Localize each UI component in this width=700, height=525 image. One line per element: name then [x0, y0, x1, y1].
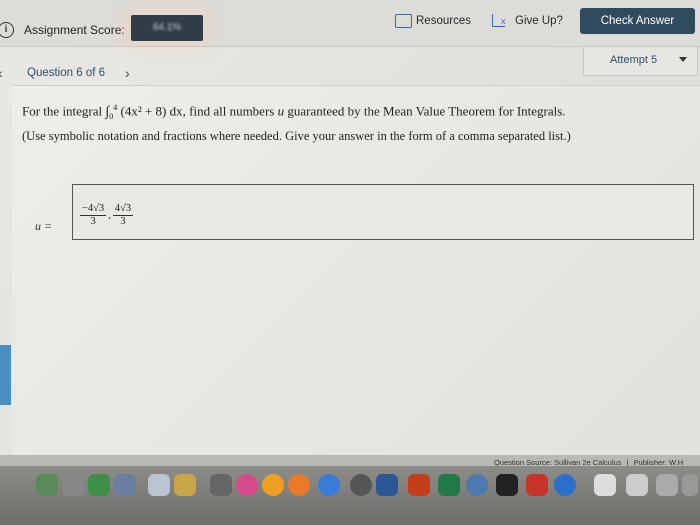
fraction-1-numerator: −4√3: [80, 203, 107, 216]
folder-icon: [395, 14, 412, 28]
resources-label: Resources: [416, 15, 471, 27]
answer-separator: ,: [108, 210, 111, 221]
question-suffix: guaranteed by the Mean Value Theorem for…: [287, 103, 566, 119]
music-icon[interactable]: [236, 474, 258, 496]
fraction-2-denominator: 3: [120, 216, 126, 227]
messages-icon[interactable]: [210, 474, 232, 496]
trash-icon[interactable]: [682, 474, 698, 496]
powerpoint-icon[interactable]: [408, 474, 430, 496]
word-icon[interactable]: [376, 474, 398, 496]
top-bar: i Assignment Score: 64.1% Resources Give…: [0, 0, 700, 47]
answer-fraction-1: −4√3 3: [80, 203, 107, 228]
question-title: Question 6 of 6: [27, 67, 105, 79]
finder-icon[interactable]: [36, 474, 58, 496]
previous-question-icon[interactable]: ‹: [0, 65, 3, 81]
integrand: (4x² + 8) dx: [120, 103, 183, 119]
answer-input[interactable]: −4√3 3 , 4√3 3: [80, 203, 134, 228]
integral-upper: 4: [113, 103, 118, 112]
question-middle: , find all numbers: [182, 103, 275, 119]
downloads-icon[interactable]: [594, 474, 616, 496]
attempt-label: Attempt 5: [610, 54, 658, 66]
excel-icon[interactable]: [438, 474, 460, 496]
score-badge: 64.1%: [131, 15, 203, 41]
notes-icon[interactable]: [174, 474, 196, 496]
integral-lower: 0: [109, 111, 114, 121]
assignment-score-label: Assignment Score:: [24, 23, 125, 37]
info-icon[interactable]: i: [0, 22, 14, 38]
safari-icon[interactable]: [466, 474, 488, 496]
app-store-icon[interactable]: [318, 474, 340, 496]
check-answer-button[interactable]: Check Answer: [580, 8, 695, 34]
fraction-1-denominator: 3: [90, 216, 96, 227]
answer-label: u =: [35, 219, 53, 233]
question-note: (Use symbolic notation and fractions whe…: [22, 129, 571, 143]
acrobat-icon[interactable]: [526, 474, 548, 496]
answer-fraction-2: 4√3 3: [112, 203, 134, 228]
calendar-icon[interactable]: [148, 474, 170, 496]
give-up-label: Give Up?: [515, 14, 563, 27]
numbers-icon[interactable]: [88, 474, 110, 496]
documents-icon[interactable]: [626, 474, 648, 496]
books-icon[interactable]: [262, 474, 284, 496]
vpn-icon[interactable]: [554, 474, 576, 496]
next-question-icon[interactable]: ›: [125, 65, 130, 81]
photos-icon[interactable]: [114, 474, 136, 496]
give-up-button[interactable]: Give Up?: [492, 14, 563, 27]
give-up-icon: [492, 14, 506, 27]
ibooks-icon[interactable]: [288, 474, 310, 496]
attempt-dropdown[interactable]: Attempt 5: [583, 46, 698, 76]
steam-icon[interactable]: [350, 474, 372, 496]
side-tab[interactable]: [0, 345, 11, 405]
resources-button[interactable]: Resources: [395, 14, 471, 28]
question-prefix: For the integral: [22, 103, 103, 119]
launchpad-icon[interactable]: [62, 474, 84, 496]
answer-box[interactable]: [72, 184, 694, 240]
fraction-2-numerator: 4√3: [112, 203, 134, 216]
chevron-down-icon: [679, 57, 687, 62]
score-value: 64.1%: [152, 22, 182, 33]
terminal-icon[interactable]: [496, 474, 518, 496]
question-text: For the integral ∫04 (4x² + 8) dx, find …: [22, 103, 566, 121]
folder-stack-icon[interactable]: [656, 474, 678, 496]
question-var: u: [277, 103, 285, 119]
